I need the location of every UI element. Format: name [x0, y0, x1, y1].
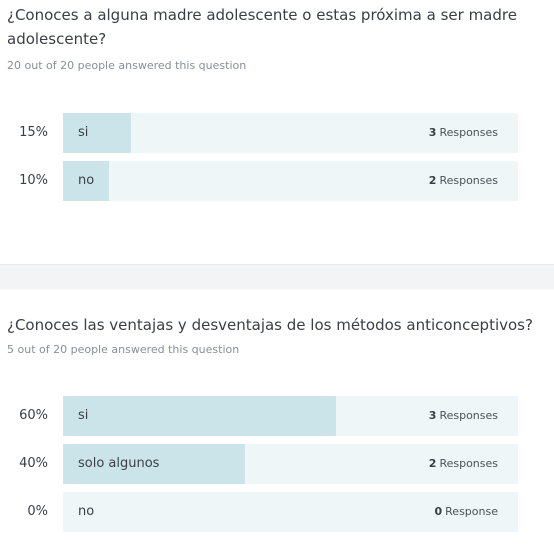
- answer-label: no: [78, 173, 95, 188]
- answer-percent: 0%: [27, 504, 48, 519]
- response-count-label: Response: [445, 505, 498, 518]
- answer-percent: 10%: [19, 173, 48, 188]
- answer-label: no: [78, 504, 95, 519]
- response-count[interactable]: 2 Responses: [429, 161, 498, 201]
- answer-count-text: 5 out of 20 people answered this questio…: [7, 343, 240, 356]
- answer-percent: 60%: [19, 408, 48, 423]
- answer-bar[interactable]: si 3 Responses: [63, 396, 518, 436]
- card-separator: [0, 264, 554, 289]
- answer-row[interactable]: 10% no 2 Responses: [7, 161, 554, 201]
- answer-bar[interactable]: no 0 Response: [63, 492, 518, 532]
- question-card: ¿Conoces a alguna madre adolescente o es…: [0, 0, 554, 264]
- response-count[interactable]: 2 Responses: [429, 444, 498, 484]
- answer-count-text: 20 out of 20 people answered this questi…: [7, 59, 247, 72]
- response-count[interactable]: 0 Response: [435, 492, 499, 532]
- answer-row[interactable]: 60% si 3 Responses: [7, 396, 554, 436]
- answer-bar-fill: [63, 396, 336, 436]
- answer-label: si: [78, 408, 89, 423]
- response-count-label: Responses: [439, 126, 498, 139]
- answer-bar[interactable]: no 2 Responses: [63, 161, 518, 201]
- answer-bar[interactable]: solo algunos 2 Responses: [63, 444, 518, 484]
- answer-row[interactable]: 0% no 0 Response: [7, 492, 554, 532]
- answer-list: 60% si 3 Responses 40% solo algunos 2 Resp…: [7, 396, 554, 532]
- answer-percent: 40%: [19, 456, 48, 471]
- response-count-label: Responses: [439, 457, 498, 470]
- answer-percent: 15%: [19, 125, 48, 140]
- answer-bar[interactable]: si 3 Responses: [63, 113, 518, 153]
- response-count-number: 3: [428, 409, 437, 422]
- answer-bar-fill: [63, 113, 132, 153]
- answer-row[interactable]: 40% solo algunos 2 Responses: [7, 444, 554, 484]
- question-title: ¿Conoces las ventajas y desventajas de l…: [7, 316, 533, 334]
- response-count-number: 3: [428, 126, 437, 139]
- answer-list: 15% si 3 Responses 10% no 2 Responses: [7, 113, 554, 201]
- question-card: ¿Conoces las ventajas y desventajas de l…: [0, 289, 554, 559]
- response-count[interactable]: 3 Responses: [429, 113, 498, 153]
- response-count-number: 2: [428, 457, 437, 470]
- answer-label: solo algunos: [78, 456, 160, 471]
- answer-row[interactable]: 15% si 3 Responses: [7, 113, 554, 153]
- question-title: ¿Conoces a alguna madre adolescente o es…: [7, 6, 517, 48]
- answer-label: si: [78, 125, 89, 140]
- response-count-number: 2: [428, 174, 437, 187]
- response-count[interactable]: 3 Responses: [429, 396, 498, 436]
- response-count-label: Responses: [439, 409, 498, 422]
- response-count-number: 0: [434, 505, 443, 518]
- response-count-label: Responses: [439, 174, 498, 187]
